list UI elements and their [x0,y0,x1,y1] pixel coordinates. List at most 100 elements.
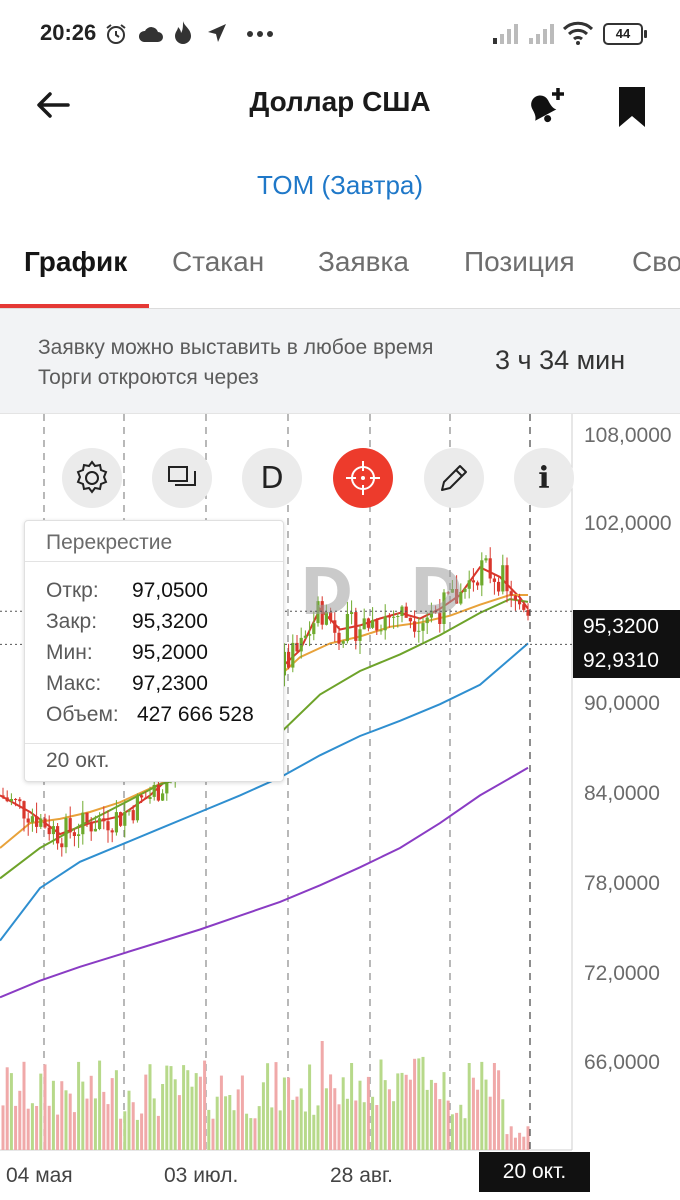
y-tick-label: 66,0000 [584,1051,660,1074]
candle-body [35,816,39,827]
high-label: Макс: [46,672,102,695]
candle-body [81,812,85,835]
low-label: Мин: [46,641,93,664]
volume-bar [85,1098,89,1150]
candle-body [161,793,165,801]
active-tab-indicator [0,304,149,308]
y-tick-label: 78,0000 [584,872,660,895]
volume-bar [215,1096,219,1150]
volume-bar [93,1098,97,1150]
bookmark-icon[interactable] [612,84,652,130]
high-value: 97,2300 [132,672,208,695]
volume-bar [89,1075,93,1150]
volume-bar [198,1076,202,1150]
volume-bar [102,1091,106,1150]
volume-bar [379,1059,383,1150]
x-tick-label: 03 июл. [164,1164,239,1187]
volume-bar [467,1063,471,1150]
volume-bar [505,1134,509,1150]
fire-icon [175,21,191,44]
candle-body [119,812,123,826]
candle-body [488,558,492,579]
settings-button[interactable] [62,448,122,508]
volume-bar [350,1063,354,1150]
candle-body [518,599,522,605]
volume-bar [9,1073,13,1150]
volume-bar [219,1075,223,1150]
volume-bar [131,1102,135,1150]
volume-bar [72,1112,76,1150]
draw-button[interactable] [424,448,484,508]
candle-body [98,818,102,829]
candle-body [43,818,47,828]
price-chart[interactable]: DD 108,0000 102,0000 90,0000 84,0000 78,… [0,414,680,1200]
volume-bar [425,1089,429,1150]
volume-bar [295,1096,299,1150]
candle-body [417,630,421,632]
volume-bar [135,1119,139,1150]
candle-body [484,558,488,561]
crosshair-date-tag: 20 окт. [479,1152,590,1192]
dividend-marker: D [300,556,353,630]
candle-body [471,580,475,583]
volume-bar [1,1105,5,1150]
volume-bar [43,1064,47,1150]
tab-chart[interactable]: График [24,246,127,278]
candle-body [60,843,64,848]
pencil-icon [441,465,467,491]
candle-body [396,616,400,617]
dividends-button[interactable]: D [242,448,302,508]
volume-bar [471,1077,475,1150]
volume-bar [18,1090,22,1150]
crosshair-panel: Перекрестие Откр: 97,0500 Закр: 95,3200 … [24,520,284,782]
windows-button[interactable] [152,448,212,508]
volume-bar [14,1105,18,1150]
volume-bar [119,1118,123,1150]
location-arrow-icon [208,24,226,42]
more-dots-icon [247,31,273,37]
volume-bar [476,1089,480,1150]
tab-position[interactable]: Позиция [464,246,575,278]
volume-bar [203,1060,207,1150]
volume-bar [282,1077,286,1150]
volume-bar [152,1098,156,1150]
instrument-mode-link[interactable]: TOM (Завтра) [0,170,680,201]
candle-body [379,630,383,632]
volume-bar [173,1079,177,1150]
crosshair-icon [346,461,380,495]
volume-bar [387,1089,391,1150]
volume-bar [161,1084,165,1150]
volume-bar [417,1058,421,1150]
candle-body [165,781,169,794]
tab-order[interactable]: Заявка [318,246,409,278]
crosshair-button[interactable] [333,448,393,508]
bell-plus-icon[interactable] [520,82,568,130]
volume-bar [224,1096,228,1150]
y-tick-label: 84,0000 [584,782,660,805]
volume-bar [450,1114,454,1150]
candle-body [9,799,13,802]
tab-summary[interactable]: Сво [632,246,680,278]
last-price-tag: 95,3200 [573,610,680,644]
volume-bar [228,1095,232,1150]
tab-order-book[interactable]: Стакан [172,246,264,278]
volume-bar [354,1100,358,1150]
close-label: Закр: [46,610,98,633]
volume-bar [337,1104,341,1150]
cloud-icon [138,27,163,42]
volume-bar [232,1110,236,1150]
volume-bar [316,1105,320,1150]
volume-bar [526,1126,530,1150]
info-button[interactable]: i [514,448,574,508]
x-tick-label: 04 мая [6,1164,73,1187]
candle-body [383,616,387,631]
candle-body [509,591,513,596]
close-value: 95,3200 [132,610,208,633]
candle-body [404,606,408,618]
low-value: 95,2000 [132,641,208,664]
candle-body [476,582,480,586]
volume-bar [274,1062,278,1150]
candle-body [22,801,26,819]
volume-bar [299,1088,303,1150]
candle-body [371,620,375,628]
